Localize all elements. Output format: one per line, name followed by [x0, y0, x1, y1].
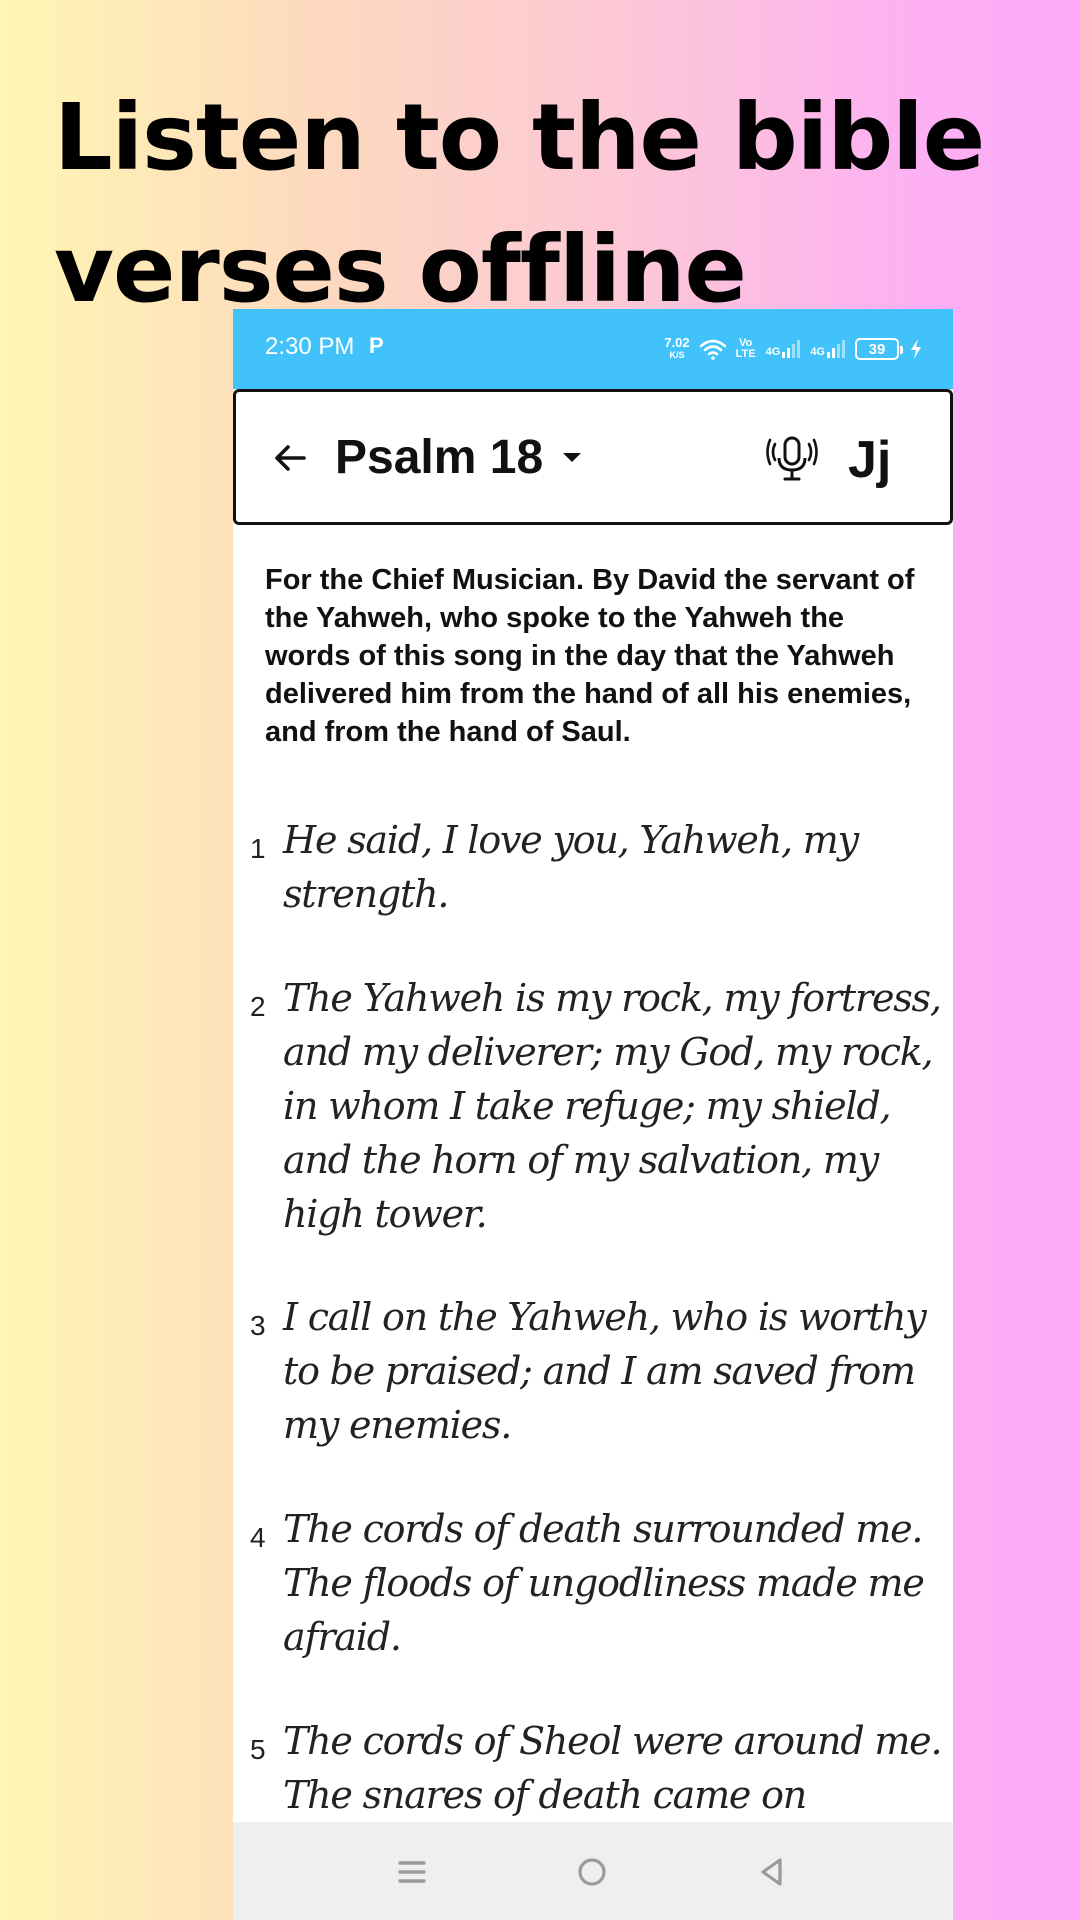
volte-bottom: LTE	[735, 348, 756, 360]
home-icon[interactable]	[573, 1853, 611, 1891]
verse-text: The Yahweh is my rock, my fortress, and …	[283, 976, 942, 1236]
dropdown-arrow-icon[interactable]	[560, 450, 584, 466]
signal-1: 4G	[766, 340, 801, 358]
menu-icon[interactable]	[393, 1853, 431, 1891]
verse-text: The cords of death surrounded me. The fl…	[283, 1507, 925, 1659]
verse-number: 5	[250, 1734, 266, 1765]
signal-bars-icon	[827, 340, 845, 358]
back-icon[interactable]	[753, 1853, 791, 1891]
navigation-bar	[233, 1822, 953, 1920]
status-time: 2:30 PM	[265, 333, 355, 360]
font-settings-button[interactable]: Jj	[848, 430, 891, 490]
chapter-selector[interactable]: Psalm 18	[335, 430, 543, 485]
wifi-icon	[699, 339, 726, 360]
network-speed-unit: K/S	[669, 350, 685, 360]
verse-number: 4	[250, 1522, 266, 1553]
signal-2-label: 4G	[810, 346, 825, 358]
promo-headline: Listen to the bible verses offline	[54, 84, 985, 323]
signal-bars-icon	[782, 340, 801, 358]
microphone-icon[interactable]	[766, 432, 818, 484]
verse-text: I call on the Yahweh, who is worthy to b…	[283, 1295, 927, 1447]
volte-indicator: Vo LTE	[736, 338, 756, 360]
charging-icon	[911, 339, 921, 359]
psalm-superscription: For the Chief Musician. By David the ser…	[265, 564, 915, 748]
parking-app-icon: P	[369, 333, 384, 358]
verse-number: 2	[250, 991, 266, 1022]
network-speed: 7.02 K/S	[664, 335, 690, 361]
back-arrow-icon[interactable]	[270, 438, 310, 478]
phone-screen: 2:30 PM P 7.02 K/S Vo LTE 4G 4G 39 Psalm…	[233, 309, 953, 1920]
verse-number: 3	[250, 1310, 266, 1341]
battery-level: 39	[868, 340, 886, 358]
signal-1-label: 4G	[765, 346, 781, 358]
verse-text: The cords of Sheol were around me. The s…	[283, 1719, 943, 1817]
battery-icon: 39	[855, 338, 903, 360]
network-speed-value: 7.02	[664, 335, 690, 350]
verse-number: 1	[250, 833, 266, 864]
verse-text: He said, I love you, Yahweh, my strength…	[283, 818, 859, 916]
status-icons: 7.02 K/S Vo LTE 4G 4G 39	[664, 333, 923, 365]
signal-2: 4G	[810, 340, 845, 358]
status-bar: 2:30 PM P 7.02 K/S Vo LTE 4G 4G 39	[233, 309, 953, 389]
app-bar: Psalm 18 Jj	[233, 389, 953, 525]
